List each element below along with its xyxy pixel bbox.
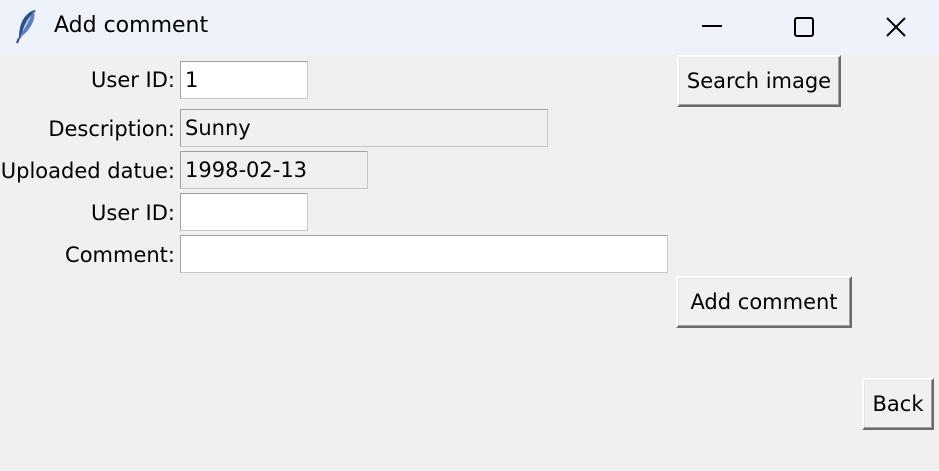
minimize-icon xyxy=(702,25,722,27)
maximize-icon xyxy=(794,17,814,37)
feather-icon xyxy=(14,8,40,44)
window-title: Add comment xyxy=(54,13,209,38)
search-image-button[interactable]: Search image xyxy=(677,55,841,107)
close-button[interactable] xyxy=(850,0,939,54)
close-icon xyxy=(886,17,906,37)
comment-user-id-input[interactable] xyxy=(180,193,308,231)
comment-user-id-label: User ID: xyxy=(91,201,175,225)
title-bar: Add comment xyxy=(0,0,939,54)
uploaded-date-label: Uploaded datue: xyxy=(0,159,175,183)
description-field xyxy=(180,109,548,147)
uploaded-date-field xyxy=(180,151,368,189)
description-label: Description: xyxy=(48,117,175,141)
minimize-button[interactable] xyxy=(666,0,758,54)
maximize-button[interactable] xyxy=(758,0,850,54)
user-id-label: User ID: xyxy=(91,68,175,92)
comment-label: Comment: xyxy=(65,243,175,267)
user-id-input[interactable] xyxy=(180,61,308,99)
back-button[interactable]: Back xyxy=(862,378,934,430)
add-comment-button[interactable]: Add comment xyxy=(676,276,852,328)
comment-input[interactable] xyxy=(180,235,668,273)
